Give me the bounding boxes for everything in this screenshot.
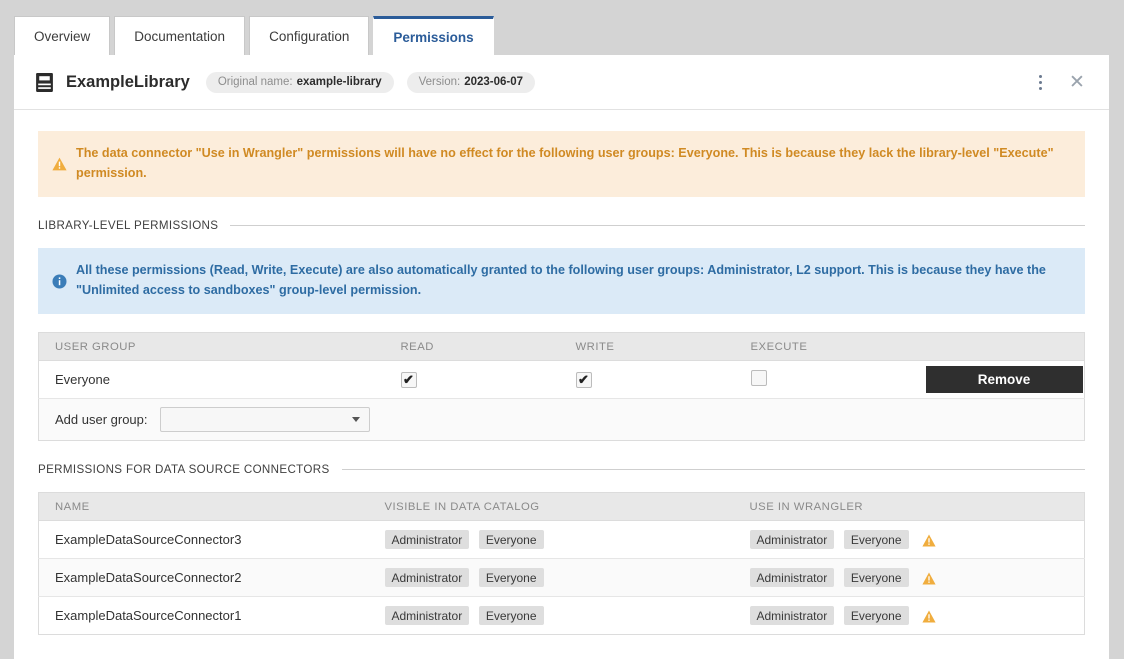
cell-use-in-wrangler: Administrator Everyone: [734, 597, 1085, 635]
info-circle-icon: [52, 261, 76, 300]
group-tag: Everyone: [479, 568, 544, 587]
tab-documentation-label: Documentation: [134, 29, 225, 44]
group-tag: Administrator: [750, 606, 835, 625]
library-permissions-table: USER GROUP READ WRITE EXECUTE Everyone ✔…: [38, 332, 1085, 441]
table-header-row: USER GROUP READ WRITE EXECUTE: [39, 333, 1085, 361]
table-row: ExampleDataSourceConnector3 Administrato…: [39, 521, 1085, 559]
tab-bar: Overview Documentation Configuration Per…: [14, 16, 494, 55]
column-header-user-group: USER GROUP: [39, 333, 385, 361]
tab-documentation[interactable]: Documentation: [114, 16, 245, 55]
column-header-write: WRITE: [560, 333, 735, 361]
cell-connector-name: ExampleDataSourceConnector1: [39, 597, 369, 635]
table-header-row: NAME VISIBLE IN DATA CATALOG USE IN WRAN…: [39, 493, 1085, 521]
add-user-group-row: Add user group:: [39, 399, 1085, 441]
cell-read: ✔: [385, 361, 560, 399]
library-permissions-section-title: LIBRARY-LEVEL PERMISSIONS: [38, 219, 218, 232]
library-permissions-table-body: Everyone ✔ ✔ Remove: [39, 361, 1085, 441]
group-tag: Administrator: [385, 606, 470, 625]
group-tag: Administrator: [385, 530, 470, 549]
info-banner-text: All these permissions (Read, Write, Exec…: [76, 261, 1069, 300]
cell-use-in-wrangler: Administrator Everyone: [734, 521, 1085, 559]
warning-banner-text: The data connector "Use in Wrangler" per…: [76, 144, 1069, 183]
group-tag: Everyone: [479, 606, 544, 625]
original-name-value: example-library: [297, 76, 382, 88]
column-header-execute: EXECUTE: [735, 333, 910, 361]
library-permissions-section-header: LIBRARY-LEVEL PERMISSIONS: [38, 219, 1085, 232]
tab-configuration-label: Configuration: [269, 29, 349, 44]
group-tag: Everyone: [844, 568, 909, 587]
version-value: 2023-06-07: [464, 76, 523, 88]
tab-overview[interactable]: Overview: [14, 16, 110, 55]
group-tag: Administrator: [750, 530, 835, 549]
tab-permissions[interactable]: Permissions: [373, 16, 493, 55]
kebab-menu-icon[interactable]: [1026, 68, 1054, 96]
version-label: Version:: [419, 76, 461, 88]
group-tag: Administrator: [385, 568, 470, 587]
warning-triangle-icon: [52, 144, 76, 183]
tab-overview-label: Overview: [34, 29, 90, 44]
group-tag: Administrator: [750, 568, 835, 587]
cell-connector-name: ExampleDataSourceConnector3: [39, 521, 369, 559]
version-badge: Version: 2023-06-07: [407, 72, 535, 93]
cell-use-in-wrangler: Administrator Everyone: [734, 559, 1085, 597]
table-row: Everyone ✔ ✔ Remove: [39, 361, 1085, 399]
column-header-read: READ: [385, 333, 560, 361]
library-permissions-table-head: USER GROUP READ WRITE EXECUTE: [39, 333, 1085, 361]
cell-actions: Remove: [910, 361, 1085, 399]
cell-write: ✔: [560, 361, 735, 399]
cell-execute: [735, 361, 910, 399]
original-name-label: Original name:: [218, 76, 293, 88]
group-tag: Everyone: [479, 530, 544, 549]
chevron-down-icon: [352, 417, 360, 422]
connector-permissions-table-body: ExampleDataSourceConnector3 Administrato…: [39, 521, 1085, 635]
cell-visible-in-data-catalog: Administrator Everyone: [369, 559, 734, 597]
table-row: ExampleDataSourceConnector1 Administrato…: [39, 597, 1085, 635]
warning-triangle-icon: [922, 610, 936, 623]
cell-add-user-group: Add user group:: [39, 399, 1085, 441]
write-checkbox[interactable]: ✔: [576, 372, 592, 388]
connector-permissions-section-header: PERMISSIONS FOR DATA SOURCE CONNECTORS: [38, 463, 1085, 476]
warning-triangle-icon: [922, 572, 936, 585]
column-header-actions: [910, 333, 1085, 361]
warning-triangle-icon: [922, 534, 936, 547]
read-checkbox[interactable]: ✔: [401, 372, 417, 388]
tab-configuration[interactable]: Configuration: [249, 16, 369, 55]
table-row: ExampleDataSourceConnector2 Administrato…: [39, 559, 1085, 597]
cell-visible-in-data-catalog: Administrator Everyone: [369, 521, 734, 559]
tab-permissions-label: Permissions: [393, 30, 473, 45]
wrangler-permission-warning-banner: The data connector "Use in Wrangler" per…: [38, 131, 1085, 197]
add-user-group-label: Add user group:: [55, 412, 148, 427]
auto-granted-permissions-info-banner: All these permissions (Read, Write, Exec…: [38, 248, 1085, 314]
group-tag: Everyone: [844, 606, 909, 625]
page-title: ExampleLibrary: [66, 73, 190, 92]
cell-connector-name: ExampleDataSourceConnector2: [39, 559, 369, 597]
column-header-use-in-wrangler: USE IN WRANGLER: [734, 493, 1085, 521]
remove-button[interactable]: Remove: [926, 366, 1083, 393]
library-details-panel: ExampleLibrary Original name: example-li…: [14, 55, 1109, 659]
add-user-group-select[interactable]: [160, 407, 370, 432]
connector-permissions-table-head: NAME VISIBLE IN DATA CATALOG USE IN WRAN…: [39, 493, 1085, 521]
column-header-visible-in-data-catalog: VISIBLE IN DATA CATALOG: [369, 493, 734, 521]
group-tag: Everyone: [844, 530, 909, 549]
cell-user-group: Everyone: [39, 361, 385, 399]
original-name-badge: Original name: example-library: [206, 72, 394, 93]
connector-permissions-table: NAME VISIBLE IN DATA CATALOG USE IN WRAN…: [38, 492, 1085, 635]
section-divider: [342, 469, 1085, 470]
connector-permissions-section-title: PERMISSIONS FOR DATA SOURCE CONNECTORS: [38, 463, 330, 476]
execute-checkbox[interactable]: [751, 370, 767, 386]
section-divider: [230, 225, 1085, 226]
close-icon[interactable]: ✕: [1063, 68, 1091, 96]
panel-body: The data connector "Use in Wrangler" per…: [14, 131, 1109, 635]
cell-visible-in-data-catalog: Administrator Everyone: [369, 597, 734, 635]
panel-header: ExampleLibrary Original name: example-li…: [14, 55, 1109, 110]
library-book-icon: [34, 72, 55, 93]
column-header-name: NAME: [39, 493, 369, 521]
